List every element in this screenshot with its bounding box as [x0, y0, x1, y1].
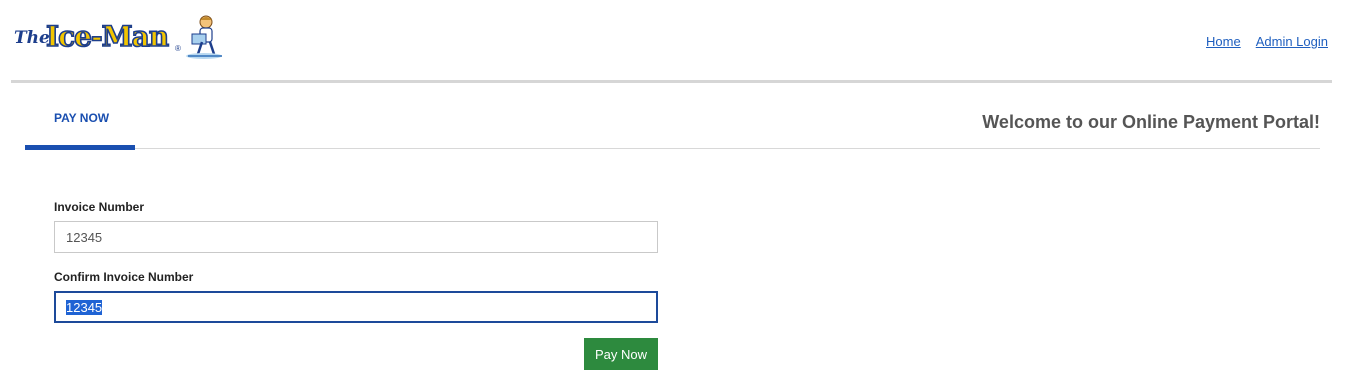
tab-bar: PAY NOW Welcome to our Online Payment Po…	[25, 95, 1320, 150]
payment-form: Invoice Number 12345 Confirm Invoice Num…	[54, 200, 658, 370]
invoice-number-input[interactable]: 12345	[54, 221, 658, 253]
confirm-invoice-number-value: 12345	[66, 299, 103, 315]
confirm-invoice-number-input[interactable]: 12345	[54, 291, 658, 323]
header-divider	[11, 80, 1332, 83]
invoice-number-value: 12345	[66, 229, 103, 245]
tab-pay-now-label: PAY NOW	[54, 111, 110, 125]
logo-registered: ®	[175, 44, 181, 53]
logo-prefix: The	[14, 28, 50, 48]
pay-now-button[interactable]: Pay Now	[584, 338, 658, 370]
logo-brand: Ice-Man	[45, 19, 170, 54]
tab-pay-now[interactable]: PAY NOW	[25, 95, 135, 150]
site-header: The Ice-Man ® Home Admin Login	[0, 0, 1348, 83]
invoice-number-label: Invoice Number	[54, 200, 145, 214]
home-link[interactable]: Home	[1206, 34, 1241, 49]
iceman-mascot-icon	[186, 15, 222, 59]
ice-man-logo[interactable]: The Ice-Man ®	[14, 14, 226, 60]
top-nav: Home Admin Login	[1206, 34, 1328, 49]
admin-login-link[interactable]: Admin Login	[1256, 34, 1328, 49]
active-tab-indicator	[25, 145, 135, 150]
confirm-invoice-number-label: Confirm Invoice Number	[54, 270, 194, 284]
welcome-heading: Welcome to our Online Payment Portal!	[982, 112, 1320, 132]
